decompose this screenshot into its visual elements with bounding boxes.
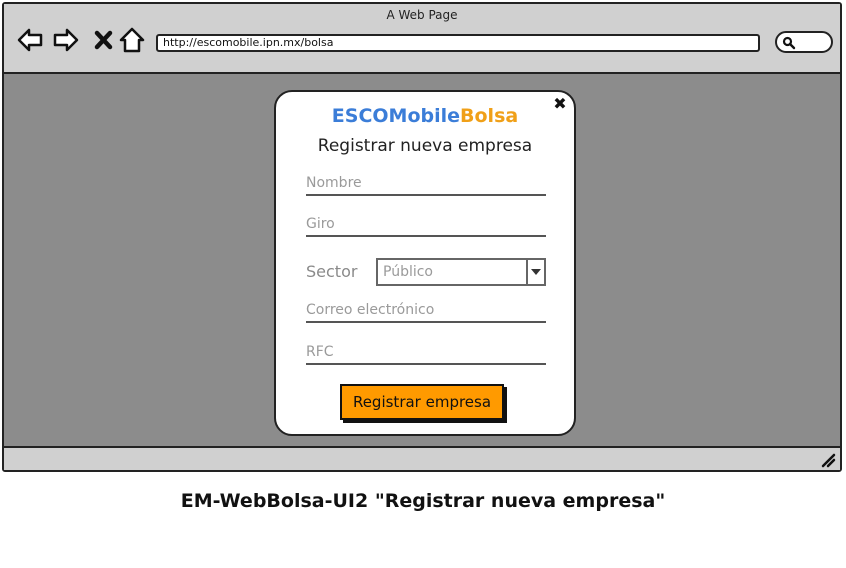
browser-window: A Web Page http://escomobile.ipn.mx/bols…: [2, 2, 842, 472]
home-icon[interactable]: [118, 26, 146, 54]
giro-field: [306, 213, 546, 237]
giro-input[interactable]: [306, 214, 546, 234]
brand-part-bolsa: Bolsa: [460, 105, 519, 127]
nombre-field: [306, 172, 546, 196]
brand-part-escomobile: ESCOMobile: [331, 105, 461, 127]
sector-select[interactable]: Público: [376, 258, 546, 286]
search-icon: [782, 36, 796, 50]
browser-toolbar: A Web Page http://escomobile.ipn.mx/bols…: [4, 4, 840, 74]
register-company-button[interactable]: Registrar empresa: [340, 384, 504, 420]
nombre-input[interactable]: [306, 173, 546, 193]
url-bar[interactable]: http://escomobile.ipn.mx/bolsa: [156, 34, 760, 52]
close-x-icon[interactable]: [90, 26, 118, 54]
status-bar: [4, 446, 840, 470]
screen-caption: EM-WebBolsa-UI2 "Registrar nueva empresa…: [180, 490, 666, 512]
back-arrow-icon[interactable]: [16, 26, 44, 54]
sector-label: Sector: [306, 262, 358, 281]
modal-title: Registrar nueva empresa: [317, 136, 533, 156]
search-box[interactable]: [775, 31, 833, 53]
sector-selected-value: Público: [383, 264, 433, 280]
window-title: A Web Page: [386, 8, 458, 22]
chevron-down-icon[interactable]: [526, 260, 544, 284]
correo-field: [306, 299, 546, 323]
brand-logo: ESCOMobileBolsa: [276, 105, 574, 127]
register-company-modal: ✖ ESCOMobileBolsa Registrar nueva empres…: [274, 90, 576, 436]
rfc-input[interactable]: [306, 342, 546, 362]
rfc-field: [306, 341, 546, 365]
resize-icon[interactable]: [820, 452, 836, 468]
forward-arrow-icon[interactable]: [52, 26, 80, 54]
correo-input[interactable]: [306, 300, 546, 320]
